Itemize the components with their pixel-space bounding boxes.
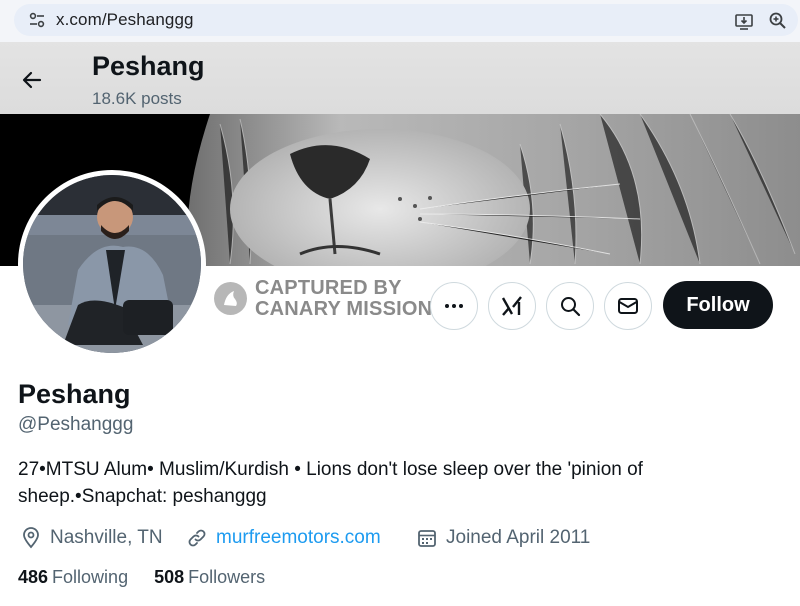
address-bar[interactable]: x.com/Peshanggg	[14, 4, 798, 36]
location: Nashville, TN	[20, 525, 163, 551]
search-icon	[561, 297, 581, 317]
website[interactable]: murfreemotors.com	[186, 525, 381, 551]
more-icon	[445, 304, 463, 308]
bio-line-1: 27•MTSU Alum• Muslim/Kurdish • Lions don…	[18, 459, 643, 480]
message-icon	[618, 298, 638, 314]
grok-button[interactable]	[488, 282, 536, 330]
following-link[interactable]: 486 Following	[18, 567, 128, 588]
followers-count: 508	[154, 567, 185, 587]
following-count: 486	[18, 567, 49, 587]
canary-line-2: CANARY MISSION	[255, 298, 433, 320]
header-name: Peshang	[92, 51, 205, 81]
grok-icon	[501, 296, 522, 316]
more-button[interactable]	[430, 282, 478, 330]
url-text[interactable]: x.com/Peshanggg	[56, 10, 194, 30]
back-arrow-icon[interactable]	[20, 68, 44, 92]
calendar-icon	[418, 530, 436, 547]
following-label: Following	[52, 567, 129, 587]
install-app-icon[interactable]	[734, 11, 754, 31]
location-pin-icon	[23, 527, 39, 549]
link-icon	[188, 529, 206, 547]
follow-stats: 486 Following 508 Followers	[18, 567, 291, 588]
bio-line-2: sheep.•Snapchat: peshanggg	[18, 486, 267, 507]
header-post-count: 18.6K posts	[92, 89, 182, 108]
canary-logo-icon	[214, 282, 247, 315]
join-date-text: Joined April 2011	[446, 527, 591, 548]
site-settings-icon[interactable]	[28, 11, 46, 29]
followers-label: Followers	[188, 567, 266, 587]
avatar[interactable]	[18, 170, 206, 358]
zoom-icon[interactable]	[768, 11, 788, 31]
profile-name: Peshang	[18, 379, 131, 409]
location-text: Nashville, TN	[50, 527, 163, 548]
search-button[interactable]	[546, 282, 594, 330]
profile-header-bar: Peshang 18.6K posts	[0, 42, 800, 114]
browser-toolbar: x.com/Peshanggg	[0, 0, 800, 42]
canary-line-1: CAPTURED BY	[255, 277, 402, 299]
follow-button[interactable]: Follow	[663, 281, 773, 329]
message-button[interactable]	[604, 282, 652, 330]
avatar-photo	[23, 175, 201, 353]
join-date: Joined April 2011	[416, 525, 590, 551]
followers-link[interactable]: 508 Followers	[154, 567, 265, 588]
website-link[interactable]: murfreemotors.com	[216, 527, 381, 549]
profile-bio: 27•MTSU Alum• Muslim/Kurdish • Lions don…	[18, 456, 758, 510]
profile-handle: @Peshanggg	[18, 414, 134, 435]
canary-text: CAPTURED BY CANARY MISSION	[255, 278, 435, 320]
